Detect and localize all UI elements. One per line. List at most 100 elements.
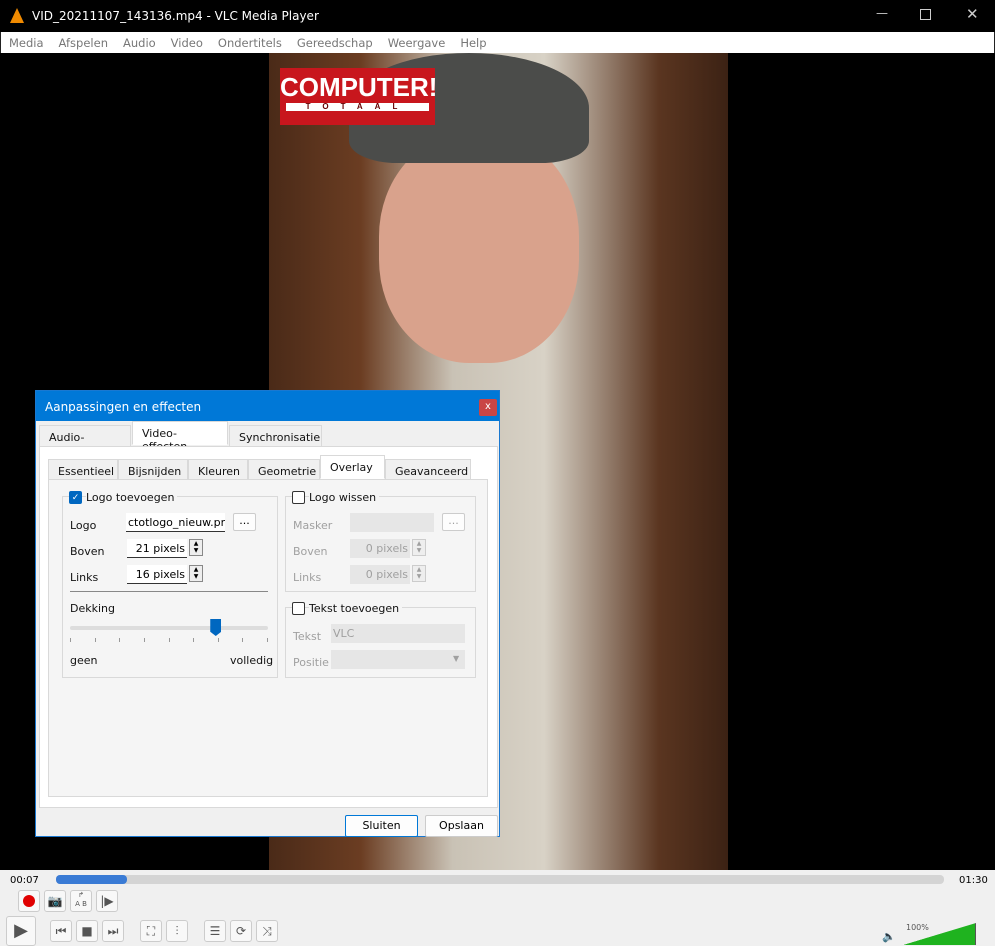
loop-button[interactable]: ⟳ bbox=[230, 920, 252, 942]
play-button[interactable]: ▶ bbox=[6, 916, 36, 946]
tekst-toevoegen-checkbox[interactable] bbox=[292, 602, 305, 615]
slider-tick bbox=[217, 638, 219, 642]
logo-left-input[interactable]: 16 pixels bbox=[127, 565, 187, 584]
frame-step-button[interactable]: |▶ bbox=[96, 890, 118, 912]
menu-afspelen[interactable]: Afspelen bbox=[51, 32, 115, 50]
links-label: Links bbox=[70, 571, 99, 584]
close-window-button[interactable]: ✕ bbox=[966, 5, 979, 23]
shuffle-icon: ⤨ bbox=[262, 924, 272, 938]
dropdown-arrow-icon: ▼ bbox=[453, 654, 460, 663]
equalizer-icon: ⫶ bbox=[175, 924, 179, 938]
dialog-close-button[interactable]: x bbox=[479, 399, 497, 416]
opacity-slider[interactable] bbox=[70, 619, 268, 636]
slider-tick bbox=[242, 638, 244, 642]
video-effects-panel: Essentieel Bijsnijden Kleuren Geometrie … bbox=[39, 446, 498, 808]
logo-top-input[interactable]: 21 pixels bbox=[127, 539, 187, 558]
subtab-essentieel[interactable]: Essentieel bbox=[48, 459, 118, 481]
logo-left-spinner[interactable]: ▲ ▼ bbox=[189, 565, 203, 582]
dekking-label: Dekking bbox=[70, 602, 115, 615]
logo-file-input[interactable]: ctotlogo_nieuw.png bbox=[126, 513, 225, 532]
sluiten-button[interactable]: Sluiten bbox=[345, 815, 418, 837]
logo-wissen-checkbox[interactable] bbox=[292, 491, 305, 504]
slider-tick bbox=[94, 638, 96, 642]
tekst-input[interactable]: VLC bbox=[331, 624, 465, 643]
vlc-cone-icon bbox=[10, 8, 24, 23]
subtab-kleuren[interactable]: Kleuren bbox=[188, 459, 248, 481]
seek-progress bbox=[56, 875, 128, 884]
playlist-icon: ☰ bbox=[209, 924, 221, 938]
opslaan-button[interactable]: Opslaan bbox=[425, 815, 498, 837]
erase-left-spinner[interactable]: ▲ ▼ bbox=[412, 565, 426, 582]
seek-bar[interactable] bbox=[56, 875, 944, 884]
logo-toevoegen-checkbox[interactable]: ✓ bbox=[69, 491, 82, 504]
erase-boven-label: Boven bbox=[293, 545, 328, 558]
elapsed-time: 00:07 bbox=[10, 875, 39, 886]
previous-icon: ⏮ bbox=[55, 924, 67, 938]
tab-audio-effecten[interactable]: Audio-effecten bbox=[39, 425, 131, 457]
next-icon: ⏭ bbox=[107, 924, 119, 938]
volume-label: 100% bbox=[906, 923, 929, 932]
logo-overlay: COMPUTER! TOTAAL bbox=[280, 68, 437, 125]
stop-icon: ■ bbox=[81, 924, 93, 938]
logo-label: Logo bbox=[70, 519, 97, 532]
player-controls: 00:07 01:30 📷 ↱ A B |▶ ▶ ⏮ ■ ⏭ ⛶ ⫶ ☰ ⟳ ⤨ … bbox=[0, 870, 995, 946]
record-icon bbox=[23, 895, 35, 907]
menu-bar: Media Afspelen Audio Video Ondertitels Gereed… bbox=[0, 32, 995, 53]
tab-synchronisatie[interactable]: Synchronisatie bbox=[229, 425, 322, 447]
menu-gereedschap[interactable]: Gereedschap bbox=[289, 32, 380, 50]
subtab-geavanceerd[interactable]: Geavanceerd bbox=[385, 459, 471, 481]
stop-button[interactable]: ■ bbox=[76, 920, 98, 942]
logo-top-spinner[interactable]: ▲ ▼ bbox=[189, 539, 203, 556]
erase-top-input[interactable]: 0 pixels bbox=[350, 539, 410, 558]
logo-browse-button[interactable]: ... bbox=[233, 513, 256, 531]
menu-ondertitels[interactable]: Ondertitels bbox=[210, 32, 289, 50]
divider bbox=[70, 591, 268, 592]
menu-media[interactable]: Media bbox=[1, 32, 51, 50]
slider-ticks bbox=[70, 638, 268, 642]
mask-file-input[interactable] bbox=[350, 513, 434, 532]
tekst-toevoegen-label: Tekst toevoegen bbox=[309, 602, 403, 615]
slider-tick bbox=[267, 638, 268, 642]
masker-label: Masker bbox=[293, 519, 333, 532]
subtab-geometrie[interactable]: Geometrie bbox=[248, 459, 320, 481]
camera-icon: 📷 bbox=[47, 894, 63, 908]
speaker-icon[interactable]: 🔈 bbox=[882, 930, 896, 943]
mask-browse-button[interactable]: ... bbox=[442, 513, 465, 531]
menu-weergave[interactable]: Weergave bbox=[380, 32, 453, 50]
logo-wissen-label: Logo wissen bbox=[309, 491, 380, 504]
title-bar: VID_20211107_143136.mp4 - VLC Media Play… bbox=[0, 0, 995, 32]
loop-icon: ⟳ bbox=[235, 924, 247, 938]
previous-button[interactable]: ⏮ bbox=[50, 920, 72, 942]
video-person bbox=[379, 133, 579, 363]
total-time: 01:30 bbox=[959, 875, 988, 886]
logo-toevoegen-label: Logo toevoegen bbox=[86, 491, 178, 504]
snapshot-button[interactable]: 📷 bbox=[44, 890, 66, 912]
extended-settings-button[interactable]: ⫶ bbox=[166, 920, 188, 942]
subtab-overlay[interactable]: Overlay bbox=[320, 455, 385, 479]
minimize-button[interactable]: — bbox=[876, 6, 888, 20]
record-button[interactable] bbox=[18, 890, 40, 912]
next-button[interactable]: ⏭ bbox=[102, 920, 124, 942]
subtab-bijsnijden[interactable]: Bijsnijden bbox=[118, 459, 188, 481]
tekst-label: Tekst bbox=[293, 630, 322, 643]
tab-video-effecten[interactable]: Video-effecten bbox=[132, 421, 228, 453]
slider-tick bbox=[70, 638, 71, 642]
slider-tick bbox=[193, 638, 195, 642]
fullscreen-icon: ⛶ bbox=[146, 924, 156, 938]
positie-select[interactable] bbox=[331, 650, 465, 669]
dialog-title: Aanpassingen en effecten bbox=[36, 391, 499, 421]
adjustments-effects-dialog: Aanpassingen en effecten x Audio-effecte… bbox=[35, 390, 500, 837]
ab-loop-button[interactable]: ↱ A B bbox=[70, 890, 92, 912]
erase-left-input[interactable]: 0 pixels bbox=[350, 565, 410, 584]
menu-audio[interactable]: Audio bbox=[115, 32, 163, 50]
play-icon: ▶ bbox=[14, 920, 28, 941]
fullscreen-button[interactable]: ⛶ bbox=[140, 920, 162, 942]
menu-help[interactable]: Help bbox=[452, 32, 493, 50]
shuffle-button[interactable]: ⤨ bbox=[256, 920, 278, 942]
menu-video[interactable]: Video bbox=[163, 32, 210, 50]
maximize-button[interactable] bbox=[920, 9, 931, 20]
erase-top-spinner[interactable]: ▲ ▼ bbox=[412, 539, 426, 556]
playlist-button[interactable]: ☰ bbox=[204, 920, 226, 942]
ab-loop-icon: ↱ A B bbox=[75, 891, 87, 908]
geen-label: geen bbox=[70, 654, 98, 667]
